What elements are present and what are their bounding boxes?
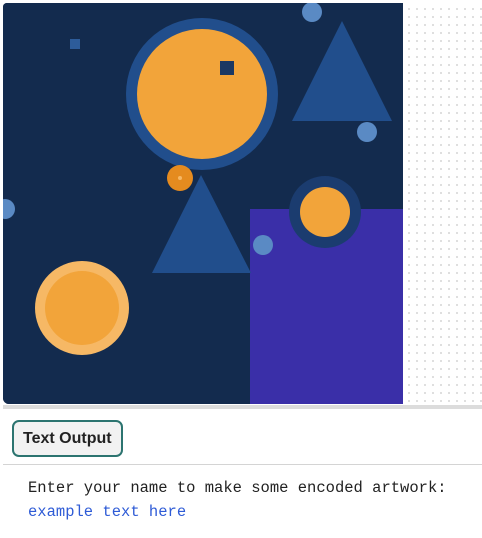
ringed-circle-inner [300, 187, 350, 237]
tiny-square [70, 39, 80, 49]
light-blue-dot-middle [253, 235, 273, 255]
output-tab-bar: Text Output [3, 409, 482, 465]
console-prompt: Enter your name to make some encoded art… [28, 479, 447, 497]
artwork-canvas [3, 3, 403, 404]
app-page: Text Output Enter your name to make some… [0, 0, 482, 538]
dotted-background [403, 3, 482, 404]
light-blue-dot-right [357, 122, 377, 142]
name-input[interactable] [28, 500, 448, 524]
text-output-console: Enter your name to make some encoded art… [28, 476, 478, 524]
small-orange-dot-center [178, 176, 182, 180]
artwork-svg [3, 3, 403, 404]
text-output-tab[interactable]: Text Output [12, 420, 123, 457]
small-square-on-circle [220, 61, 234, 75]
large-orange-circle [137, 29, 267, 159]
bottom-left-circle-inner [45, 271, 119, 345]
